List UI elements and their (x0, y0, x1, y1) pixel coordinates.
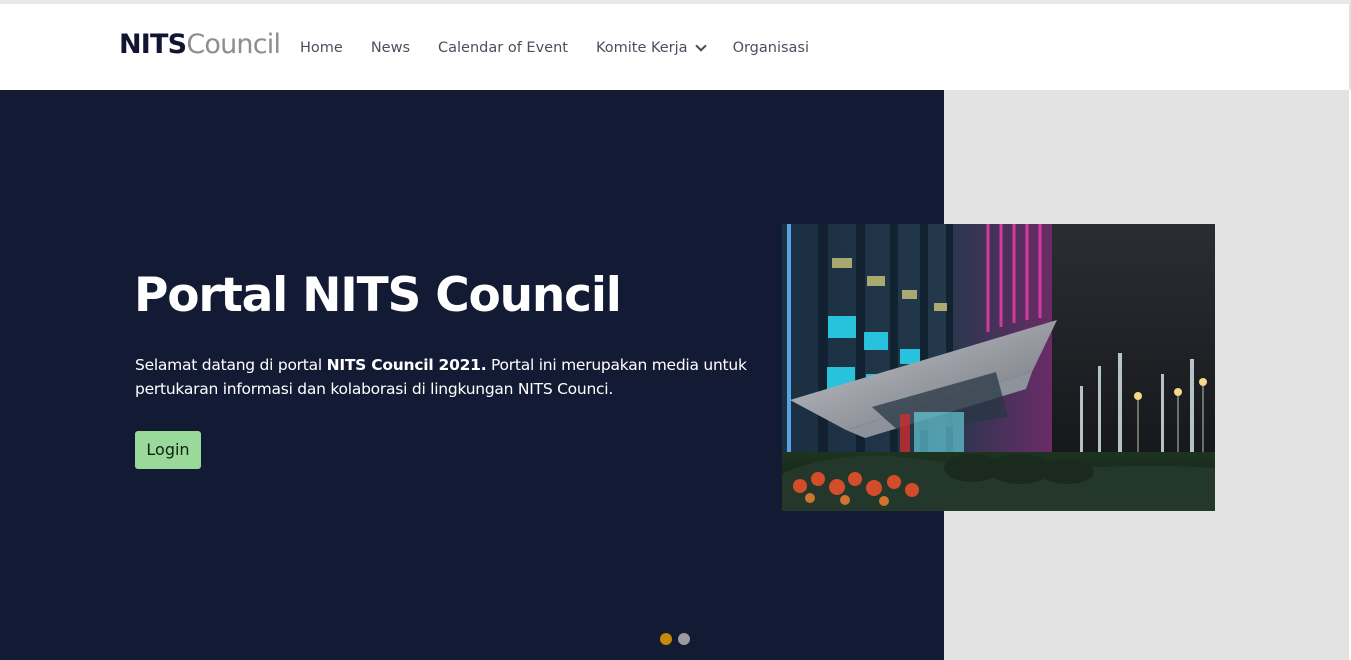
brand-name-light: Council (186, 29, 281, 60)
brand-logo[interactable]: NITSCouncil (119, 28, 281, 62)
hero-title: Portal NITS Council (134, 268, 622, 323)
login-button[interactable]: Login (135, 431, 201, 469)
nav-komite-kerja-label: Komite Kerja (595, 40, 688, 56)
building-night-photo (782, 224, 1215, 511)
nav-organisasi[interactable]: Organisasi (733, 40, 809, 56)
slide-indicator-2[interactable] (678, 633, 690, 645)
nav-organisasi-label: Organisasi (732, 40, 810, 56)
nav-home-label: Home (300, 40, 343, 56)
site-header: NITSCouncil Home News Calendar of Event … (0, 0, 1351, 90)
brand-name-strong: NITS (119, 29, 187, 60)
nav-home[interactable]: Home (300, 40, 343, 56)
nav-komite-kerja-dropdown[interactable]: Komite Kerja (595, 39, 707, 56)
slide-indicator-1[interactable] (660, 633, 672, 645)
hero-description: Selamat datang di portal NITS Council 20… (135, 353, 755, 401)
hero-slider-pagination (660, 633, 690, 645)
hero-description-intro: Selamat datang di portal (135, 356, 327, 374)
nav-calendar-of-event[interactable]: Calendar of Event (438, 40, 568, 56)
nav-news-label: News (370, 40, 411, 56)
nav-calendar-label: Calendar of Event (438, 40, 568, 56)
main-navigation: Home News Calendar of Event Komite Kerja… (300, 39, 809, 56)
hero-description-highlight: NITS Council 2021. (326, 356, 487, 374)
chevron-down-icon (694, 39, 707, 52)
building-night-photo-graphic (782, 224, 1215, 511)
nav-news[interactable]: News (371, 40, 410, 56)
